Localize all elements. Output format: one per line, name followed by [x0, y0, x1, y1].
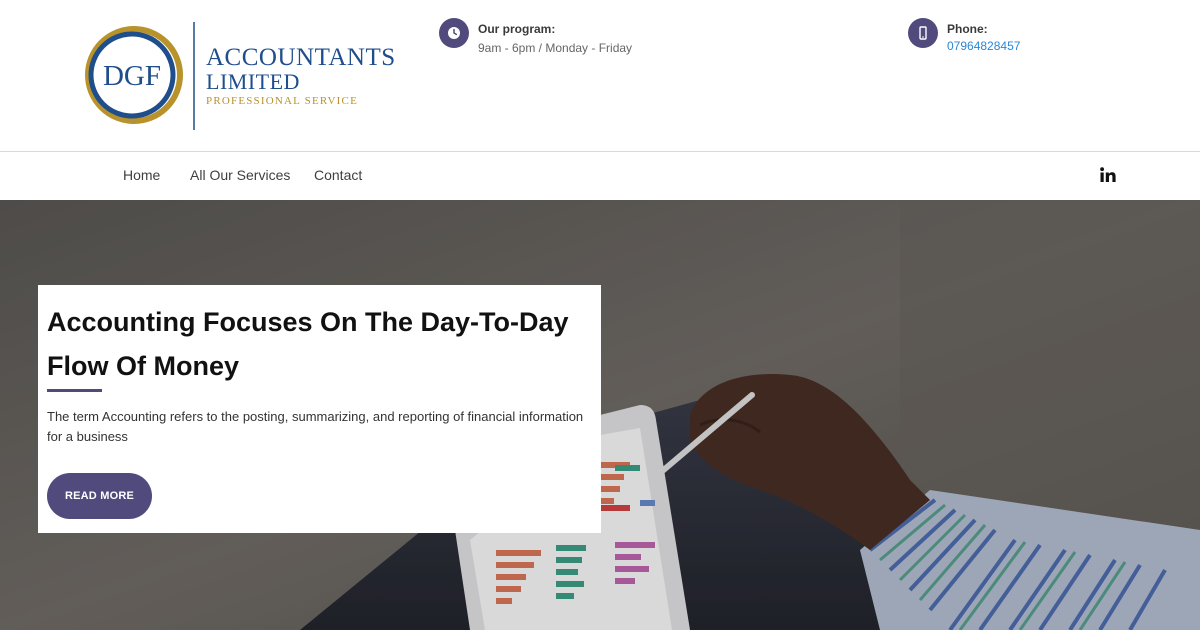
- nav-item-contact[interactable]: Contact: [314, 152, 362, 199]
- phone-info: Phone: 07964828457: [908, 18, 1020, 55]
- clock-icon: [439, 18, 469, 48]
- program-info: Our program: 9am - 6pm / Monday - Friday: [439, 18, 632, 56]
- read-more-button[interactable]: READ MORE: [47, 473, 152, 519]
- hero-banner: Accounting Focuses On The Day-To-Day Flo…: [0, 200, 1200, 630]
- hero-content-card: Accounting Focuses On The Day-To-Day Flo…: [38, 285, 601, 533]
- hero-description: The term Accounting refers to the postin…: [47, 409, 584, 444]
- svg-text:DGF: DGF: [103, 60, 161, 92]
- phone-number-link[interactable]: 07964828457: [947, 39, 1020, 53]
- hero-title: Accounting Focuses On The Day-To-Day Flo…: [47, 307, 569, 381]
- svg-text:PROFESSIONAL SERVICE: PROFESSIONAL SERVICE: [206, 95, 358, 107]
- phone-title: Phone:: [947, 22, 988, 36]
- mobile-phone-icon: [908, 18, 938, 48]
- linkedin-icon[interactable]: [1099, 166, 1117, 184]
- nav-item-all-our-services[interactable]: All Our Services: [190, 152, 290, 199]
- site-header: DGF ACCOUNTANTS LIMITED PROFESSIONAL SER…: [0, 0, 1200, 151]
- title-underline-divider: [47, 389, 102, 392]
- svg-text:ACCOUNTANTS: ACCOUNTANTS: [206, 44, 394, 71]
- svg-text:LIMITED: LIMITED: [206, 69, 300, 94]
- company-logo[interactable]: DGF ACCOUNTANTS LIMITED PROFESSIONAL SER…: [84, 20, 395, 135]
- program-title: Our program:: [478, 22, 556, 36]
- main-navigation: Home All Our Services Contact: [0, 151, 1200, 200]
- program-hours: 9am - 6pm / Monday - Friday: [478, 41, 633, 55]
- nav-item-home[interactable]: Home: [123, 152, 160, 199]
